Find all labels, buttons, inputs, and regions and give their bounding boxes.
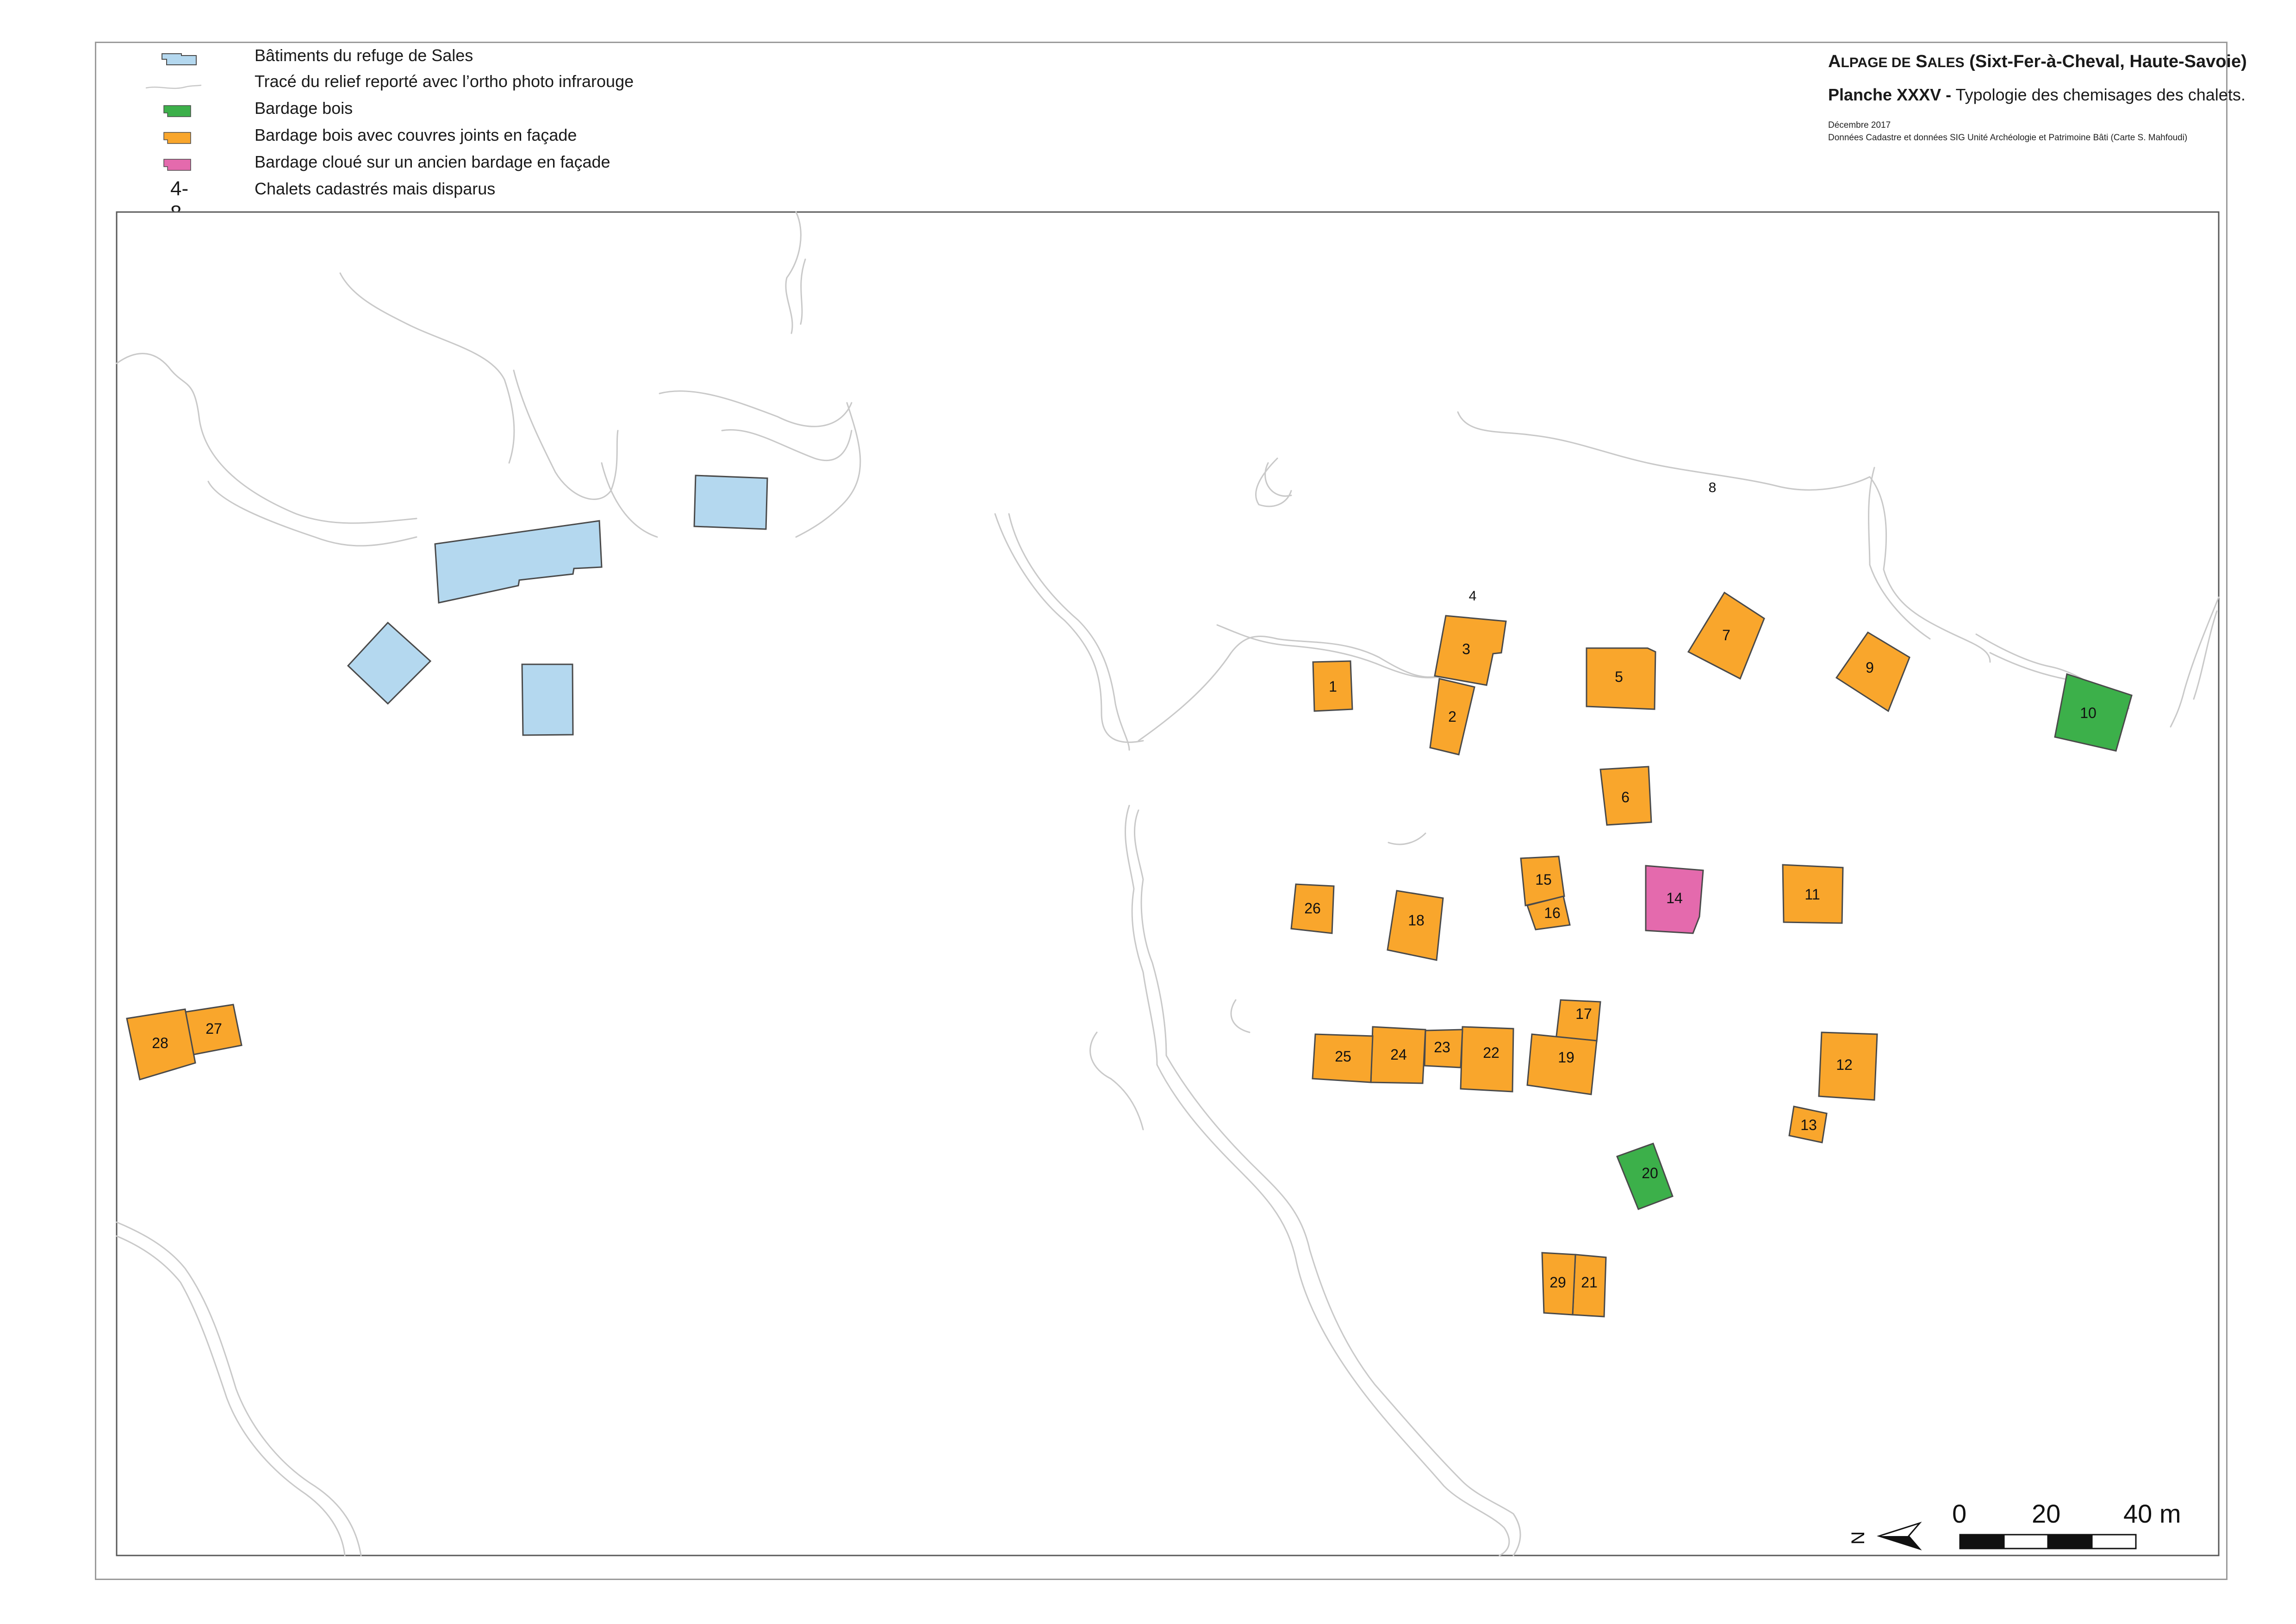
site-map: 1235679101112131415161718192021222324252… bbox=[116, 211, 2220, 1556]
chalet-21-label: 21 bbox=[1581, 1274, 1598, 1291]
chalet-17-label: 17 bbox=[1575, 1006, 1592, 1022]
chalet-20-label: 20 bbox=[1642, 1165, 1658, 1181]
chalet-6-label: 6 bbox=[1621, 789, 1630, 806]
scale-segment bbox=[2091, 1534, 2137, 1549]
disappeared-chalet-label: 4 bbox=[1469, 588, 1477, 604]
chalet-14-label: 14 bbox=[1666, 890, 1683, 906]
chalet-26-label: 26 bbox=[1304, 900, 1321, 917]
scale-label-0: 0 bbox=[1952, 1499, 1967, 1528]
chalet-27-label: 27 bbox=[205, 1020, 222, 1037]
chalet-7-label: 7 bbox=[1722, 627, 1730, 643]
refuge-building-square bbox=[693, 475, 768, 530]
chalet-28-label: 28 bbox=[152, 1035, 168, 1051]
scale-segment bbox=[2047, 1534, 2093, 1549]
chalet-11-label: 11 bbox=[1804, 886, 1820, 903]
chalet-29-label: 29 bbox=[1549, 1274, 1566, 1291]
scale-label-40: 40 m bbox=[2123, 1499, 2181, 1528]
scale-segment bbox=[2003, 1534, 2049, 1549]
disappeared-chalet-label: 8 bbox=[1709, 480, 1717, 495]
chalet-10-label: 10 bbox=[2080, 705, 2097, 721]
chalet-2-label: 2 bbox=[1448, 708, 1456, 725]
scale-label-20: 20 bbox=[2032, 1499, 2061, 1528]
chalet-1-label: 1 bbox=[1329, 678, 1337, 695]
map-sheet: Bâtiments du refuge de Sales Tracé du re… bbox=[0, 0, 2296, 1624]
scale-segment bbox=[1959, 1534, 2005, 1549]
chalet-19-label: 19 bbox=[1558, 1049, 1574, 1066]
scale-bar bbox=[1959, 1534, 2137, 1549]
chalet-9-label: 9 bbox=[1866, 659, 1874, 676]
chalet-25-label: 25 bbox=[1335, 1048, 1351, 1065]
chalet-13-label: 13 bbox=[1800, 1117, 1817, 1133]
chalet-5-label: 5 bbox=[1615, 668, 1623, 685]
chalet-16-label: 16 bbox=[1544, 905, 1561, 921]
north-label: N bbox=[1848, 1531, 1868, 1545]
chalet-18-label: 18 bbox=[1408, 912, 1425, 929]
chalet-23-label: 23 bbox=[1434, 1039, 1450, 1056]
map-frame bbox=[116, 211, 2220, 1556]
chalet-22-label: 22 bbox=[1483, 1044, 1500, 1061]
chalet-24-label: 24 bbox=[1390, 1046, 1407, 1063]
refuge-building-rect bbox=[521, 663, 574, 736]
chalet-15-label: 15 bbox=[1535, 871, 1552, 888]
chalet-3-label: 3 bbox=[1462, 641, 1470, 657]
chalet-12-label: 12 bbox=[1836, 1056, 1853, 1073]
